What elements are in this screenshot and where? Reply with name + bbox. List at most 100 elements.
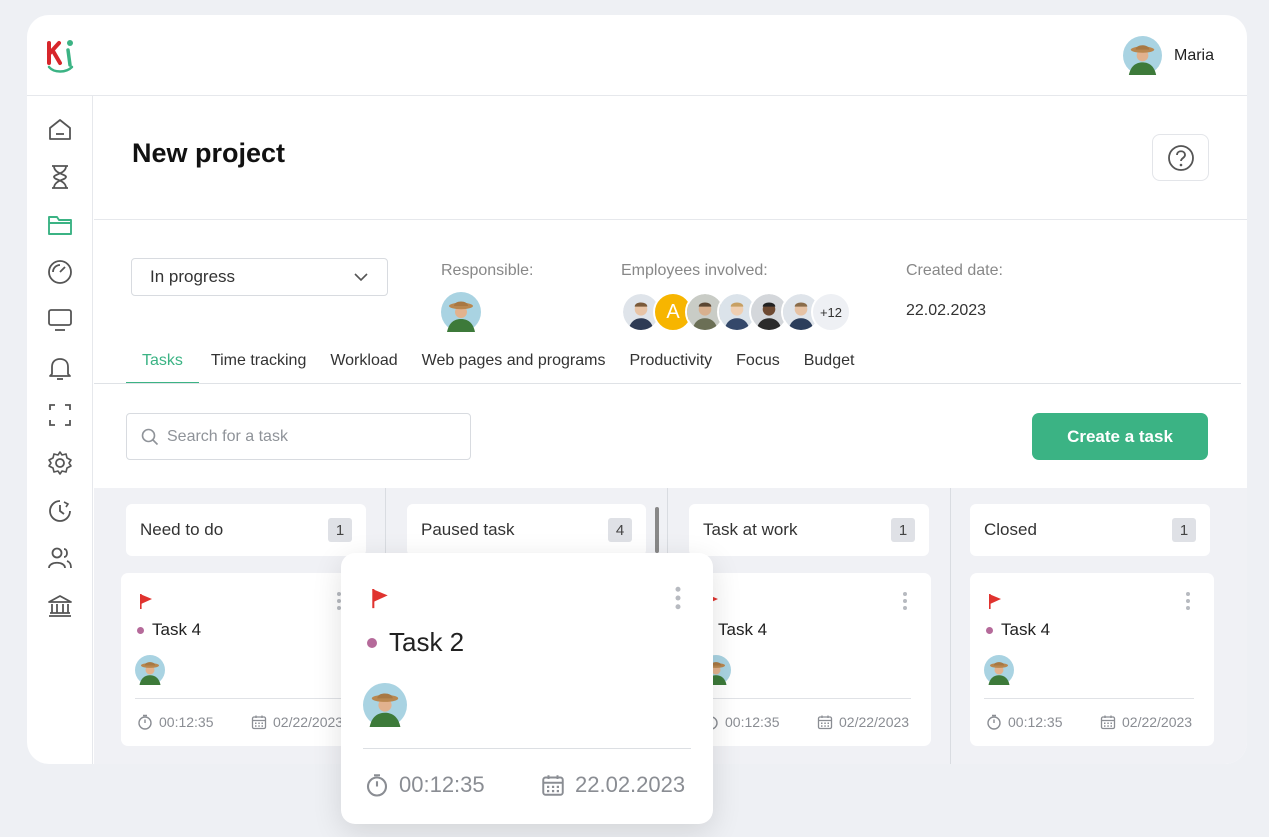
card-divider — [363, 748, 691, 749]
task-time: 00:12:35 — [986, 714, 1063, 730]
column-count: 4 — [608, 518, 632, 542]
task-title-text: Task 4 — [1001, 620, 1051, 639]
task-title-text: Task 4 — [718, 620, 768, 639]
column-header-need-to-do[interactable]: Need to do 1 — [126, 504, 366, 556]
gauge-icon — [48, 260, 72, 284]
task-date: 02/22/2023 — [251, 714, 343, 730]
project-tabs: Tasks Time tracking Workload Web pages a… — [126, 351, 866, 384]
task-card[interactable]: Task 4 00:12:35 02/22/2023 — [970, 573, 1214, 746]
task-time-value: 00:12:35 — [399, 772, 485, 797]
task-time-value: 00:12:35 — [1008, 714, 1063, 730]
sidebar-item-users[interactable] — [45, 543, 75, 573]
responsible-avatar[interactable] — [441, 292, 481, 332]
users-icon — [48, 547, 72, 569]
column-title: Task at work — [703, 520, 798, 539]
dragged-task-card[interactable]: Task 2 00:12:35 22.02.2023 — [341, 553, 713, 824]
monitor-icon — [48, 309, 72, 331]
task-title-text: Task 4 — [152, 620, 202, 639]
tab-budget[interactable]: Budget — [792, 351, 867, 384]
sidebar-item-home[interactable] — [45, 115, 75, 145]
column-count: 1 — [1172, 518, 1196, 542]
tabs-divider — [94, 383, 1241, 384]
search-icon — [141, 428, 159, 445]
column-scrollbar[interactable] — [655, 507, 659, 553]
gear-icon — [48, 451, 72, 475]
status-dropdown[interactable]: In progress — [131, 258, 388, 296]
sidebar-item-timer[interactable] — [45, 162, 75, 192]
create-task-button[interactable]: Create a task — [1032, 413, 1208, 460]
help-button[interactable] — [1152, 134, 1209, 181]
assignee-avatar — [984, 655, 1014, 685]
hourglass-icon — [52, 165, 68, 189]
employees-avatar-group[interactable]: A +12 — [621, 292, 861, 332]
task-title: Task 4 — [137, 620, 201, 640]
timer-icon — [137, 714, 153, 730]
employees-label: Employees involved: — [621, 262, 768, 279]
task-time: 00:12:35 — [365, 772, 485, 798]
calendar-icon — [817, 714, 833, 730]
task-date-value: 02/22/2023 — [273, 714, 344, 730]
sidebar-item-history[interactable] — [45, 496, 75, 526]
user-name: Maria — [1173, 46, 1214, 64]
ki-logo-icon[interactable] — [44, 37, 78, 73]
column-count: 1 — [328, 518, 352, 542]
task-date-value: 02/22/2023 — [1122, 714, 1193, 730]
tab-tasks[interactable]: Tasks — [126, 351, 199, 384]
task-time: 00:12:35 — [703, 714, 780, 730]
header-divider — [94, 219, 1247, 220]
column-header-task-at-work[interactable]: Task at work 1 — [689, 504, 929, 556]
column-title: Need to do — [140, 520, 224, 539]
sidebar-item-settings[interactable] — [45, 448, 75, 478]
tab-productivity[interactable]: Productivity — [617, 351, 724, 384]
column-header-paused-task[interactable]: Paused task 4 — [407, 504, 646, 556]
task-search[interactable] — [126, 413, 471, 460]
responsible-label: Responsible: — [441, 262, 534, 279]
sidebar-item-dashboard[interactable] — [45, 257, 75, 287]
sidebar-item-monitor[interactable] — [45, 305, 75, 335]
more-options-icon[interactable] — [901, 591, 909, 611]
column-title: Closed — [984, 520, 1037, 539]
assignee-avatar — [363, 683, 407, 727]
sidebar-item-notifications[interactable] — [45, 353, 75, 383]
help-icon — [1167, 144, 1194, 171]
home-icon — [49, 119, 71, 140]
card-divider — [701, 698, 911, 699]
sidebar-item-projects[interactable] — [45, 210, 75, 240]
user-menu[interactable]: Maria — [1123, 36, 1214, 75]
search-input[interactable] — [167, 427, 447, 446]
user-avatar — [1123, 36, 1162, 75]
tab-focus[interactable]: Focus — [724, 351, 792, 384]
card-divider — [135, 698, 345, 699]
bell-icon — [49, 358, 71, 380]
column-title: Paused task — [421, 520, 515, 539]
top-bar: Maria — [27, 15, 1247, 96]
card-divider — [984, 698, 1194, 699]
flag-icon — [371, 587, 389, 609]
calendar-icon — [541, 773, 565, 797]
column-header-closed[interactable]: Closed 1 — [970, 504, 1210, 556]
task-time: 00:12:35 — [137, 714, 214, 730]
task-time-value: 00:12:35 — [159, 714, 214, 730]
status-dot — [986, 626, 993, 634]
task-title: Task 2 — [367, 627, 464, 658]
employees-more-count: +12 — [811, 292, 851, 332]
tab-web-pages-and-programs[interactable]: Web pages and programs — [410, 351, 618, 384]
created-date-value: 22.02.2023 — [906, 302, 987, 319]
task-card[interactable]: Task 4 00:12:35 02/22/2023 — [121, 573, 365, 746]
task-card[interactable]: Task 4 00:12:35 02/22/2023 — [687, 573, 931, 746]
more-options-icon[interactable] — [1184, 591, 1192, 611]
focus-frame-icon — [49, 404, 71, 426]
tab-workload[interactable]: Workload — [318, 351, 409, 384]
sidebar-item-focus[interactable] — [45, 400, 75, 430]
page-title: New project — [132, 138, 286, 168]
timer-icon — [986, 714, 1002, 730]
task-date-value: 02/22/2023 — [839, 714, 910, 730]
calendar-icon — [251, 714, 267, 730]
sidebar-item-finance[interactable] — [45, 591, 75, 621]
status-dot — [367, 637, 377, 648]
assignee-avatar — [135, 655, 165, 685]
more-options-icon[interactable] — [673, 584, 683, 612]
tab-time-tracking[interactable]: Time tracking — [199, 351, 318, 384]
column-count: 1 — [891, 518, 915, 542]
bank-icon — [48, 595, 72, 617]
